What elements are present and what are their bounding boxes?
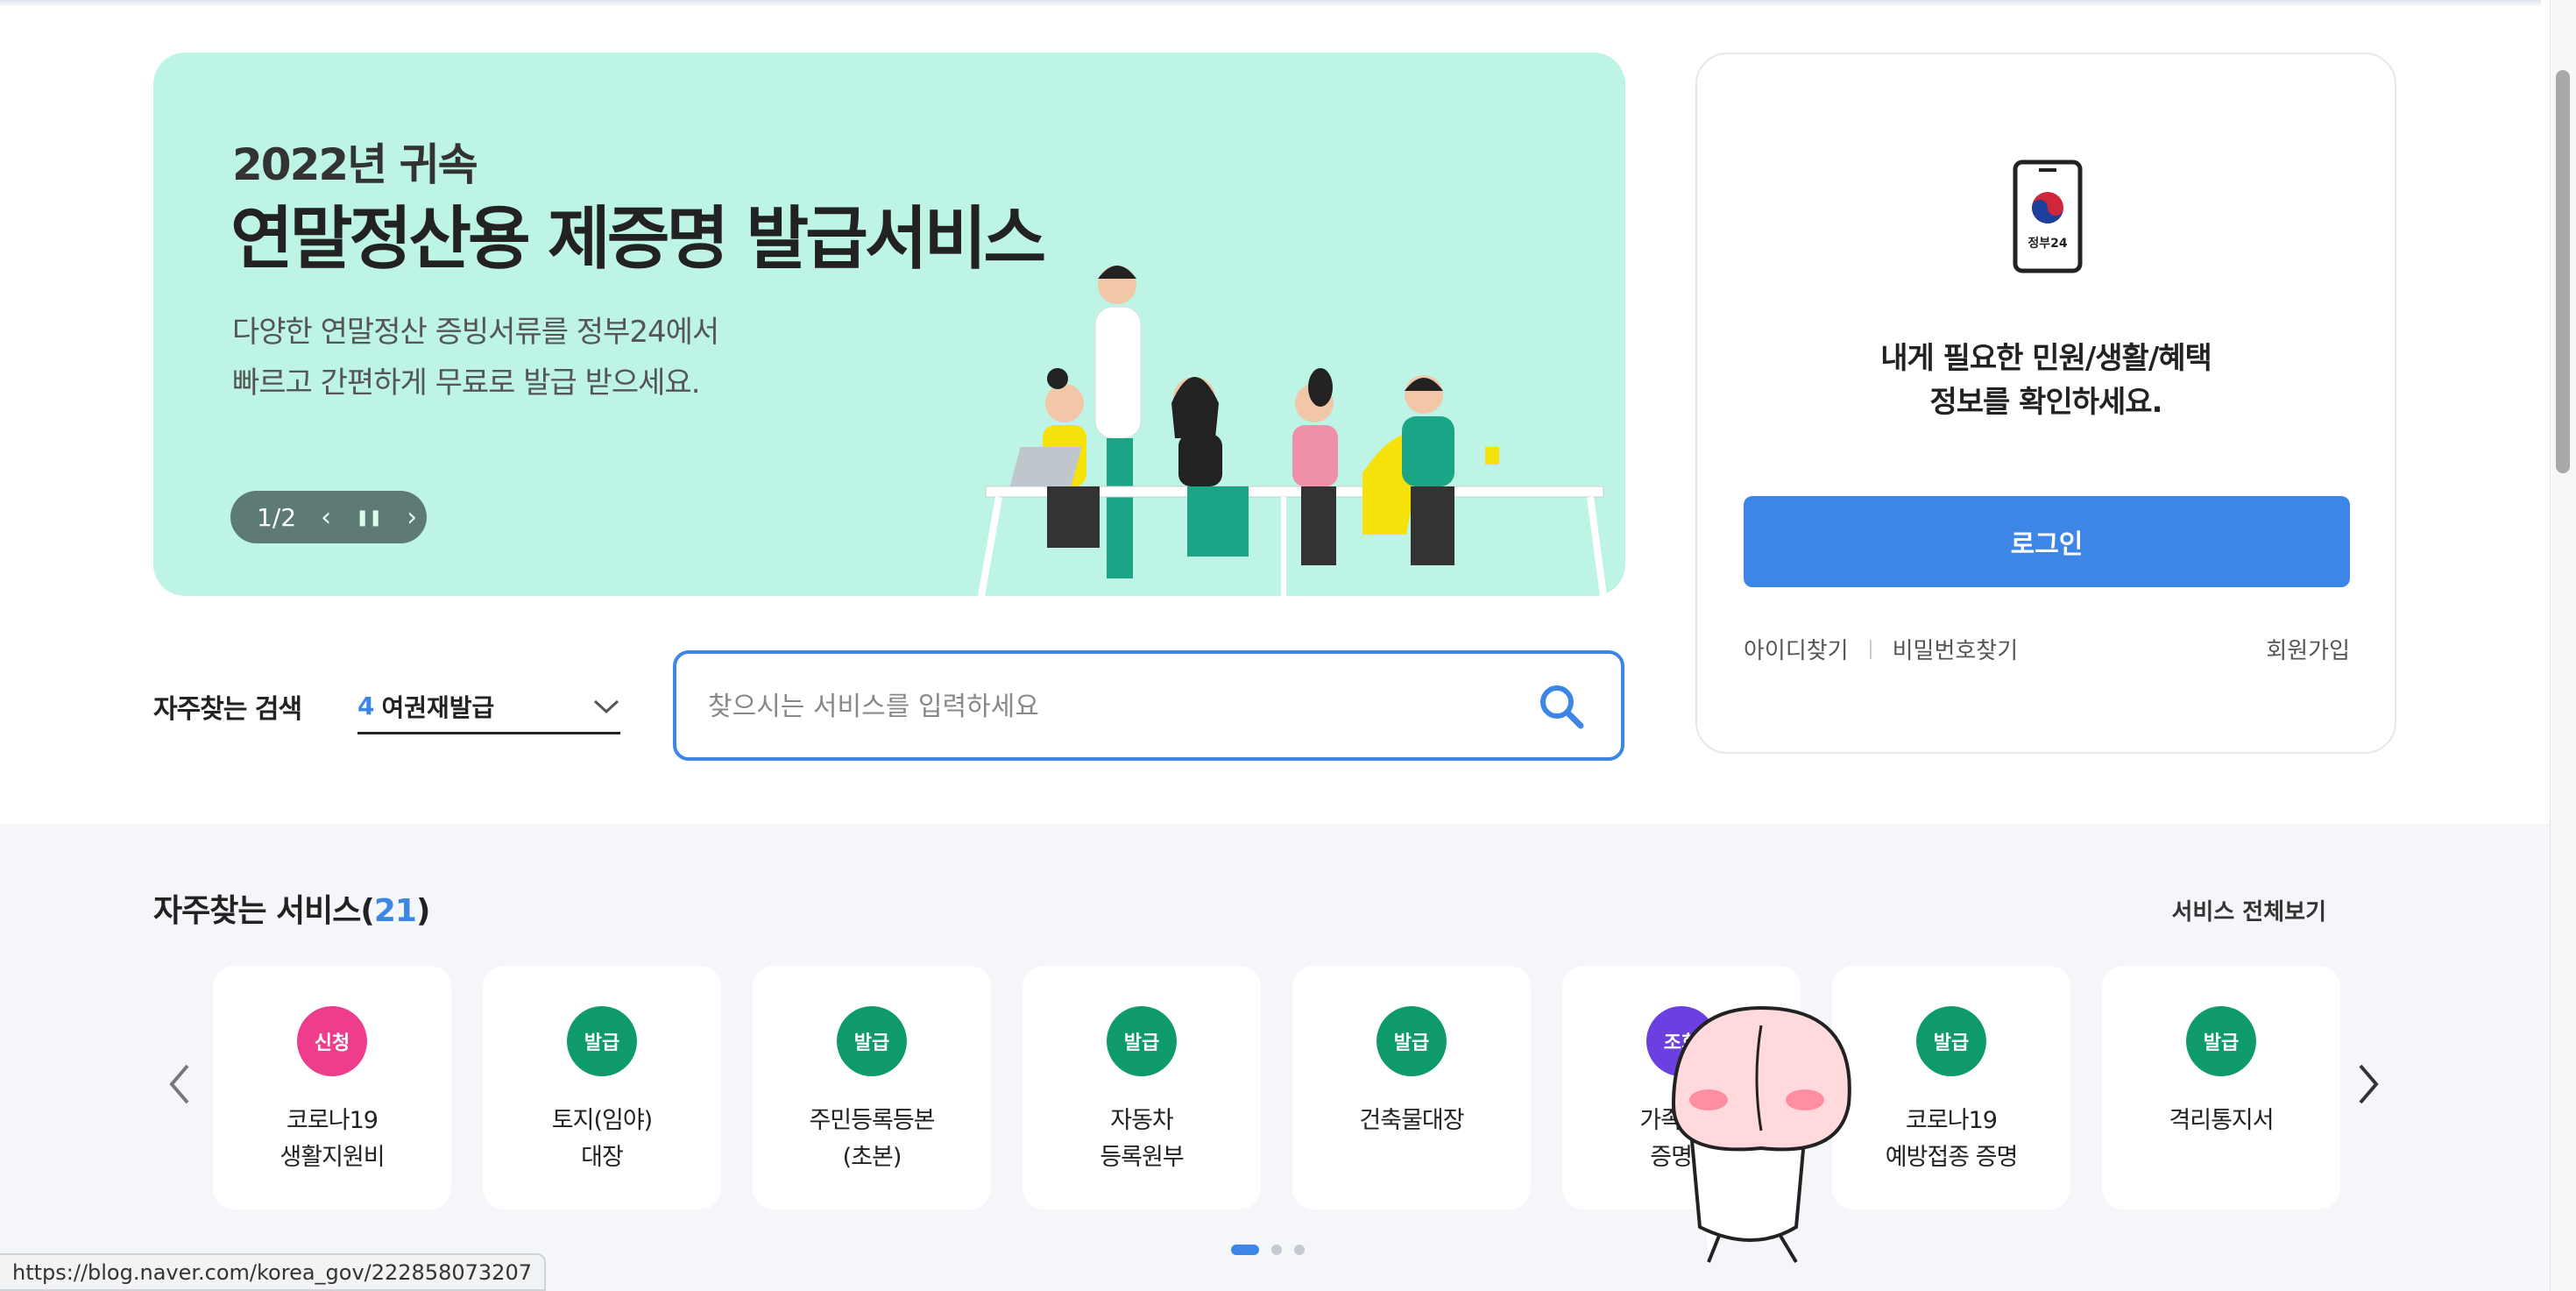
services-title-text: 자주찾는 서비스(	[153, 893, 375, 929]
login-button[interactable]: 로그인	[1744, 496, 2350, 587]
frequent-services-section: 자주찾는 서비스(21) 서비스 전체보기 신청 코로나19 생활지원비 발급 토지(…	[0, 824, 2550, 1291]
login-card: 정부24 내게 필요한 민원/생활/혜택 정보를 확인하세요. 로그인 아이디찾…	[1695, 53, 2396, 754]
service-name: 건축물대장	[1359, 1107, 1464, 1134]
gov24-phone-icon: 정부24	[2013, 160, 2083, 277]
scrollbar-thumb[interactable]	[2556, 70, 2570, 473]
view-all-services-link[interactable]: 서비스 전체보기	[2172, 894, 2327, 926]
frequent-search-dropdown[interactable]: 4 여권재발급	[357, 680, 620, 734]
services-title: 자주찾는 서비스(21)	[153, 885, 430, 931]
service-type-badge: 발급	[1376, 1006, 1447, 1076]
carousel-dots	[1231, 1245, 1305, 1255]
page-scrollbar[interactable]	[2550, 0, 2576, 1291]
service-type-badge: 신청	[297, 1006, 367, 1076]
service-card[interactable]: 발급토지(임야) 대장	[483, 966, 721, 1209]
banner-desc-line: 다양한 연말정산 증빙서류를 정부24에서	[232, 315, 719, 350]
office-meeting-illustration	[978, 266, 1607, 596]
banner-controls: 1/2 ‹ ❚❚ ›	[230, 491, 427, 543]
service-card[interactable]: 발급자동차 등록원부	[1023, 966, 1261, 1209]
carousel-dot[interactable]	[1231, 1245, 1259, 1255]
status-bar-url: https://blog.naver.com/korea_gov/2228580…	[0, 1253, 546, 1291]
services-title-close: )	[415, 893, 430, 929]
find-id-link[interactable]: 아이디찾기	[1744, 633, 1849, 665]
service-cards: 신청 코로나19 생활지원비 발급 토지(임야) 대장 발급 주민등록등본 (초본) 발급 자…	[213, 966, 2340, 1209]
service-type-badge: 발급	[2186, 1006, 2256, 1076]
top-shadow	[0, 0, 2541, 7]
service-type-badge: 발급	[567, 1006, 637, 1076]
carousel-dot[interactable]	[1271, 1245, 1282, 1255]
banner-pager: 1/2	[257, 502, 297, 532]
frequent-search-label: 자주찾는 검색	[153, 694, 302, 725]
gov24-logo-text: 정부24	[2028, 236, 2068, 251]
signup-link[interactable]: 회원가입	[2266, 633, 2350, 665]
service-name: 자동차 등록원부	[1100, 1107, 1184, 1171]
link-divider	[1869, 639, 1872, 659]
banner-prev-button[interactable]: ‹	[321, 502, 331, 533]
login-message-line: 정보를 확인하세요.	[1929, 385, 2163, 420]
carousel-dot[interactable]	[1294, 1245, 1305, 1255]
service-name: 코로나19 생활지원비	[280, 1107, 385, 1171]
service-search-box	[673, 650, 1624, 761]
service-card[interactable]: 발급주민등록등본 (초본)	[753, 966, 991, 1209]
service-card[interactable]: 발급격리통지서	[2102, 966, 2340, 1209]
service-type-badge: 발급	[1107, 1006, 1177, 1076]
login-links: 아이디찾기 비밀번호찾기 회원가입	[1744, 633, 2350, 665]
chevron-right-icon[interactable]	[2355, 1062, 2381, 1110]
service-type-badge: 발급	[837, 1006, 907, 1076]
login-message: 내게 필요한 민원/생활/혜택 정보를 확인하세요.	[1697, 337, 2395, 424]
chevron-down-icon	[592, 692, 620, 721]
service-card[interactable]: 신청코로나19 생활지원비	[213, 966, 451, 1209]
banner-description: 다양한 연말정산 증빙서류를 정부24에서 빠르고 간편하게 무료로 발급 받으…	[232, 307, 719, 408]
login-message-line: 내게 필요한 민원/생활/혜택	[1880, 341, 2212, 376]
service-type-badge: 발급	[1916, 1006, 1986, 1076]
service-name: 주민등록등본 (초본)	[809, 1107, 935, 1171]
service-name: 격리통지서	[2169, 1107, 2274, 1134]
promo-banner[interactable]: 2022년 귀속 연말정산용 제증명 발급서비스 다양한 연말정산 증빙서류를 …	[153, 53, 1625, 596]
chevron-left-icon[interactable]	[166, 1062, 193, 1110]
banner-next-button[interactable]: ›	[407, 502, 417, 533]
peach-character-sticker	[1671, 1005, 1851, 1264]
banner-pause-button[interactable]: ❚❚	[356, 508, 382, 527]
frequent-search-term: 여권재발급	[381, 692, 495, 722]
service-name: 토지(임야) 대장	[551, 1107, 653, 1171]
banner-desc-line: 빠르고 간편하게 무료로 발급 받으세요.	[232, 365, 701, 401]
search-icon[interactable]	[1537, 682, 1586, 734]
find-password-link[interactable]: 비밀번호찾기	[1893, 633, 2019, 665]
services-count: 21	[373, 893, 417, 929]
search-input[interactable]	[708, 680, 1479, 733]
frequent-search-rank: 4	[357, 692, 375, 720]
service-card[interactable]: 발급건축물대장	[1292, 966, 1531, 1209]
